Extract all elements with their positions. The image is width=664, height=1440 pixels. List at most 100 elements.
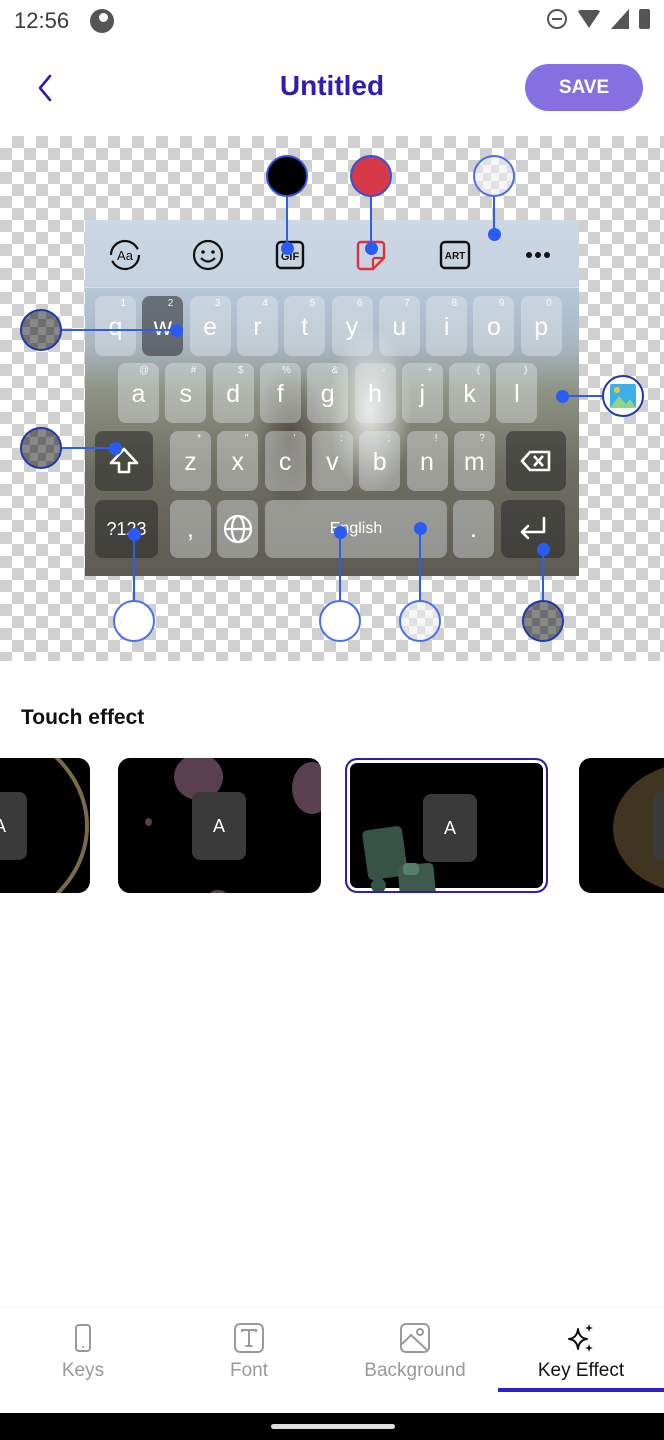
tab-label: Keys bbox=[61, 1360, 105, 1381]
section-title: Touch effect bbox=[21, 706, 145, 729]
picker-anchor-dot[interactable] bbox=[108, 441, 122, 455]
tab-background[interactable]: Background bbox=[332, 1308, 498, 1414]
effect-key-preview: A bbox=[423, 794, 477, 862]
tab-keys[interactable]: Keys bbox=[0, 1308, 166, 1414]
symbols-key[interactable]: ?123 bbox=[95, 500, 158, 558]
key-u[interactable]: 7u bbox=[378, 296, 420, 356]
comma-key[interactable]: , bbox=[170, 500, 211, 558]
emoji-icon[interactable] bbox=[190, 238, 226, 272]
tab-label: Background bbox=[364, 1360, 466, 1381]
key-label: a bbox=[131, 379, 146, 408]
picker-anchor-dot[interactable] bbox=[364, 241, 378, 255]
status-bar: 12:56 bbox=[0, 0, 664, 44]
key-z[interactable]: * z bbox=[170, 431, 211, 491]
sparkle-icon bbox=[568, 1324, 593, 1352]
art-icon[interactable]: ART bbox=[437, 238, 473, 272]
key-v[interactable]: :v bbox=[311, 431, 353, 491]
key-b[interactable]: ; b bbox=[359, 431, 401, 491]
key-h[interactable]: -h bbox=[354, 363, 396, 423]
period-key[interactable]: . bbox=[453, 500, 494, 558]
effect-card-bubbles[interactable]: A bbox=[118, 758, 321, 893]
color-picker-key-pressed-color[interactable] bbox=[20, 309, 62, 351]
font-switch-icon[interactable]: Aa bbox=[107, 238, 143, 272]
key-label: ?123 bbox=[106, 518, 147, 539]
key-label: m bbox=[463, 447, 485, 476]
picker-anchor-dot[interactable] bbox=[169, 323, 183, 337]
color-picker-enter-key-color[interactable] bbox=[522, 600, 564, 642]
globe-icon bbox=[223, 514, 252, 544]
language-key[interactable] bbox=[217, 500, 258, 558]
key-k[interactable]: (k bbox=[449, 363, 491, 423]
key-label: l bbox=[514, 379, 520, 408]
key-y[interactable]: 6y bbox=[331, 296, 373, 356]
key-q[interactable]: 1q bbox=[95, 296, 136, 356]
key-label: o bbox=[486, 312, 501, 341]
key-a[interactable]: @ a bbox=[118, 363, 159, 423]
status-time: 12:56 bbox=[14, 8, 70, 33]
picker-anchor-dot[interactable] bbox=[333, 525, 347, 539]
color-picker-background-image[interactable] bbox=[602, 375, 644, 417]
key-m[interactable]: ? m bbox=[453, 431, 495, 491]
key-i[interactable]: 8i bbox=[426, 296, 468, 356]
picker-anchor-dot[interactable] bbox=[413, 521, 427, 535]
key-s[interactable]: # s bbox=[165, 363, 207, 423]
effect-card-squares[interactable]: A bbox=[345, 758, 548, 893]
picker-anchor-dot[interactable] bbox=[487, 227, 501, 241]
color-picker-toolbar-background-color[interactable] bbox=[473, 155, 515, 197]
key-label: v bbox=[326, 447, 339, 476]
key-r[interactable]: 4r bbox=[236, 296, 278, 356]
key-o[interactable]: 9o bbox=[473, 296, 515, 356]
keyboard-toolbar: Aa GIF ART bbox=[85, 220, 579, 288]
key-l[interactable]: ) l bbox=[496, 363, 538, 423]
save-button[interactable]: SAVE bbox=[525, 64, 643, 111]
wifi-icon bbox=[577, 10, 601, 28]
tab-key-effect[interactable]: Key Effect bbox=[498, 1308, 664, 1414]
touch-effect-list[interactable]: A A A A bbox=[0, 758, 664, 894]
battery-icon bbox=[639, 9, 650, 29]
theme-preview-canvas: Aa GIF ART 1 q 2 w 3 e 4 r 5 t 6 y 7 u 8 i 9 o 0 p @ a # s $ d% f &… bbox=[0, 136, 664, 661]
key-j[interactable]: + j bbox=[401, 363, 443, 423]
key-p[interactable]: 0p bbox=[520, 296, 562, 356]
key-secondary-label: 5 bbox=[309, 298, 316, 309]
app-notification-icon bbox=[90, 9, 114, 33]
backspace-key[interactable] bbox=[506, 431, 566, 491]
key-t[interactable]: 5t bbox=[284, 296, 326, 356]
key-secondary-label: - bbox=[382, 365, 386, 376]
key-f[interactable]: % f bbox=[259, 363, 301, 423]
color-picker-gif-icon-color[interactable] bbox=[266, 155, 308, 197]
key-e[interactable]: 3e bbox=[189, 296, 231, 356]
key-secondary-label: 9 bbox=[498, 298, 505, 309]
header: Untitled SAVE bbox=[0, 56, 664, 120]
picker-anchor-dot[interactable] bbox=[536, 542, 550, 556]
home-gesture-handle[interactable] bbox=[271, 1424, 395, 1429]
effect-card-ripple-ring[interactable]: A bbox=[0, 758, 90, 893]
key-secondary-label: # bbox=[190, 365, 197, 376]
key-n[interactable]: ! n bbox=[406, 431, 448, 491]
key-secondary-label: ; bbox=[387, 433, 391, 444]
key-secondary-label: 0 bbox=[546, 298, 552, 309]
color-picker-sticker-icon-color[interactable] bbox=[350, 155, 392, 197]
enter-key[interactable] bbox=[501, 500, 565, 558]
key-d[interactable]: $ d bbox=[212, 363, 254, 423]
svg-text:Aa: Aa bbox=[117, 248, 134, 263]
color-picker-space-key-color[interactable] bbox=[399, 600, 441, 642]
key-secondary-label: % bbox=[281, 365, 291, 376]
tab-font[interactable]: Font bbox=[166, 1308, 332, 1414]
key-x[interactable]: " x bbox=[217, 431, 259, 491]
key-c[interactable]: ' c bbox=[264, 431, 306, 491]
do-not-disturb-icon bbox=[547, 9, 567, 29]
key-label: k bbox=[463, 379, 476, 408]
color-picker-function-key-text-color[interactable] bbox=[113, 600, 155, 642]
effect-card-glow-circle[interactable]: A bbox=[579, 758, 664, 893]
picker-anchor-dot[interactable] bbox=[280, 241, 294, 255]
key-secondary-label: @ bbox=[138, 365, 149, 376]
picker-anchor-dot[interactable] bbox=[127, 527, 141, 541]
shift-key[interactable] bbox=[95, 431, 153, 491]
color-picker-function-key-color[interactable] bbox=[20, 427, 62, 469]
color-picker-space-text-color[interactable] bbox=[319, 600, 361, 642]
more-icon[interactable] bbox=[520, 238, 556, 272]
picker-anchor-dot[interactable] bbox=[555, 389, 569, 403]
key-secondary-label: $ bbox=[238, 365, 244, 376]
key-label: e bbox=[203, 312, 218, 341]
key-g[interactable]: & g bbox=[307, 363, 349, 423]
